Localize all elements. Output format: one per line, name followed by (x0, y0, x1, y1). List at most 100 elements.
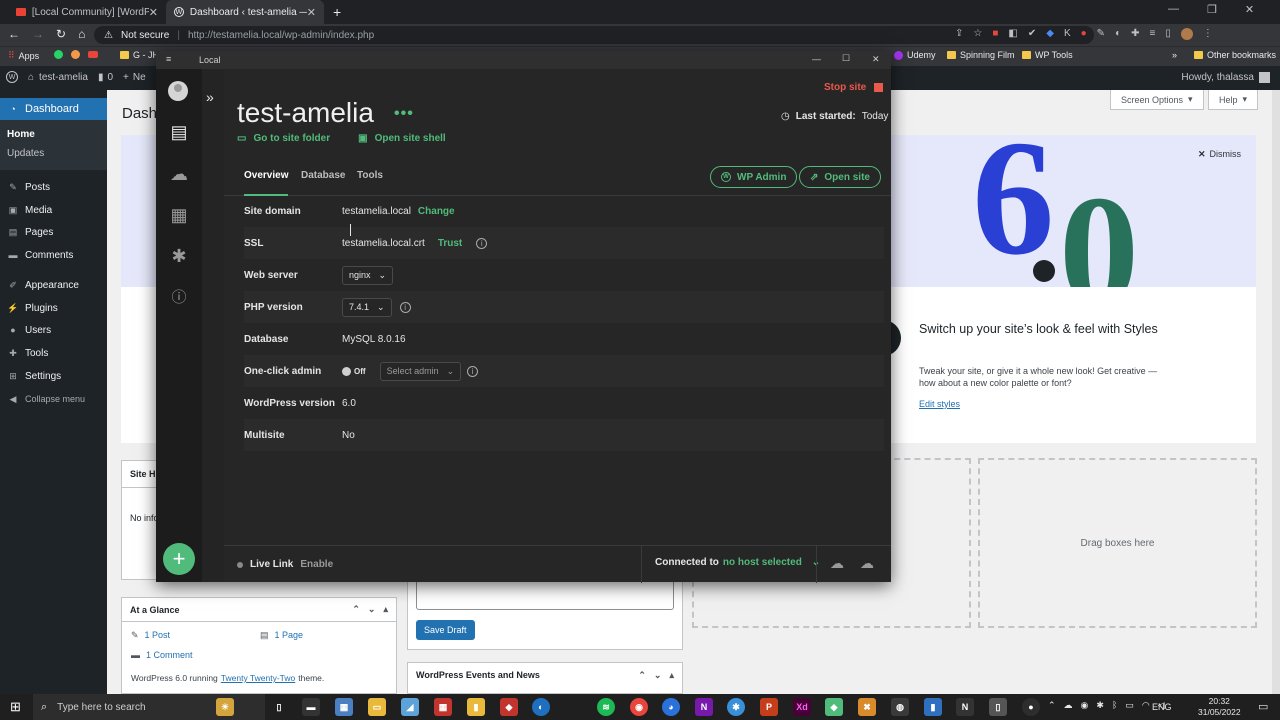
web-server-select[interactable]: nginx ⌄ (342, 265, 394, 285)
more-options-icon[interactable]: ••• (394, 105, 414, 123)
blueprints-icon[interactable]: ▦ (166, 202, 192, 228)
whatsapp-icon[interactable] (54, 50, 63, 59)
open-site-shell-link[interactable]: ▣ Open site shell (358, 133, 446, 144)
bookmark-spinning-film[interactable]: Spinning Film (947, 50, 1015, 60)
app-icon[interactable]: ◍ (891, 698, 909, 716)
cloud-sync-icon[interactable]: ☁ (166, 161, 192, 187)
circle-icon[interactable] (71, 50, 80, 59)
sidebar-item-tools[interactable]: ✚ Tools (0, 342, 107, 364)
screen-options-button[interactable]: Screen Options ▾ (1110, 90, 1204, 110)
notion-icon[interactable]: N (956, 698, 974, 716)
tray-app-icon[interactable]: ✱ (1096, 700, 1104, 711)
tab-overview[interactable]: Overview (244, 170, 289, 196)
move-down-icon[interactable]: ⌄ (368, 604, 376, 615)
sticky-notes-icon[interactable]: ▮ (467, 698, 485, 716)
more-bookmarks-icon[interactable]: » (1172, 50, 1177, 60)
bluetooth-icon[interactable]: ᛒ (1112, 700, 1117, 711)
menu-icon[interactable]: ⋮ (1203, 28, 1213, 40)
calculator-app-icon[interactable]: ▦ (335, 698, 353, 716)
stop-site-button[interactable]: Stop site (824, 82, 884, 93)
sidebar-subitem-home[interactable]: Home (7, 129, 35, 140)
terminal-app-icon[interactable]: ▬ (302, 698, 320, 716)
extension-icon[interactable]: ■ (992, 28, 998, 40)
move-up-icon[interactable]: ⌃ (352, 604, 360, 615)
extension-icon[interactable]: K (1064, 28, 1071, 40)
glance-posts-link[interactable]: ✎ 1 Post (131, 630, 170, 641)
xampp-icon[interactable]: ✖ (858, 698, 876, 716)
sidebar-subitem-updates[interactable]: Updates (7, 148, 44, 159)
tray-app-icon[interactable]: ◉ (1081, 700, 1089, 711)
app-icon[interactable]: ▯ (989, 698, 1007, 716)
draft-content-field[interactable] (416, 580, 674, 610)
adblock-icon[interactable]: ● (1081, 28, 1087, 40)
reload-icon[interactable]: ↻ (56, 27, 66, 41)
info-icon[interactable]: i (467, 365, 479, 377)
open-site-button[interactable]: ⇗ Open site (799, 166, 881, 188)
extension-icon[interactable]: ✎ (1097, 28, 1105, 40)
sidebar-item-media[interactable]: ▣ Media (0, 199, 107, 221)
star-icon[interactable]: ☆ (973, 28, 982, 40)
help-icon[interactable]: ⓘ (166, 283, 192, 309)
sidebar-item-dashboard[interactable]: ◔ Dashboard (0, 98, 107, 120)
share-icon[interactable]: ⇪ (955, 28, 963, 40)
glance-comments-link[interactable]: ▬ 1 Comment (131, 650, 193, 660)
battery-icon[interactable]: ▭ (1125, 700, 1134, 711)
tab-database[interactable]: Database (301, 170, 345, 181)
admin-bar-comments[interactable]: ▮ 0 (98, 72, 113, 83)
reading-list-icon[interactable]: ≡ (1150, 28, 1156, 40)
help-button[interactable]: Help ▾ (1208, 90, 1259, 110)
windows-start-icon[interactable]: ⊞ (10, 699, 21, 715)
close-tab-icon[interactable]: ✕ (149, 6, 158, 19)
sidebar-item-pages[interactable]: ▤ Pages (0, 221, 107, 243)
toggle-panel-icon[interactable]: ▴ (383, 604, 388, 615)
expand-sites-icon[interactable]: » (206, 89, 214, 105)
user-avatar[interactable] (168, 81, 188, 101)
bookmark-apps[interactable]: ⠿ Apps (8, 50, 39, 61)
cloud-pull-icon[interactable]: ☁ (860, 555, 874, 572)
sidebar-item-posts[interactable]: ✎ Posts (0, 176, 107, 198)
edge-icon[interactable]: ◐ (532, 698, 550, 716)
tray-app-icon[interactable]: ☁ (1064, 700, 1073, 711)
minimize-window-icon[interactable]: — (812, 54, 821, 64)
bookmark-g-jh[interactable]: G - JH (120, 50, 159, 60)
admin-bar-new[interactable]: + Ne (123, 72, 146, 83)
extension-icon[interactable]: ◆ (1046, 28, 1054, 40)
adobe-xd-icon[interactable]: Xd (793, 698, 811, 716)
bookmark-udemy[interactable]: Udemy (894, 50, 936, 60)
bookmark-other[interactable]: Other bookmarks (1194, 50, 1276, 60)
sidebar-item-users[interactable]: ● Users (0, 319, 107, 341)
local-app-icon[interactable]: ◆ (825, 698, 843, 716)
move-down-icon[interactable]: ⌄ (654, 670, 662, 681)
restore-window-icon[interactable]: ❐ (1207, 3, 1217, 16)
info-icon[interactable]: i (476, 237, 488, 249)
app-icon[interactable]: ▮ (924, 698, 942, 716)
save-draft-button[interactable]: Save Draft (416, 620, 475, 640)
extension-icon[interactable]: ◧ (1008, 28, 1017, 40)
app-icon[interactable]: ● (1022, 698, 1040, 716)
close-window-icon[interactable]: ✕ (872, 54, 880, 65)
host-selector[interactable]: Connected to no host selected ⌄ (655, 557, 820, 568)
wp-admin-button[interactable]: W WP Admin (710, 166, 798, 188)
close-window-icon[interactable]: ✕ (1245, 3, 1254, 16)
powerpoint-icon[interactable]: P (760, 698, 778, 716)
admin-bar-account[interactable]: Howdy, thalassa (1181, 72, 1270, 83)
select-admin-dropdown[interactable]: Select admin ⌄ (379, 361, 462, 381)
chrome-icon[interactable]: ◉ (630, 698, 648, 716)
page-scrollbar[interactable] (1272, 90, 1280, 694)
maximize-window-icon[interactable]: ☐ (842, 53, 850, 64)
theme-link[interactable]: Twenty Twenty-Two (221, 673, 295, 683)
language-indicator[interactable]: ENG (1152, 702, 1172, 712)
minimize-window-icon[interactable]: — (1168, 3, 1179, 16)
back-icon[interactable]: ← (8, 27, 20, 41)
cloud-push-icon[interactable]: ☁ (830, 555, 844, 572)
firefox-icon[interactable]: ◕ (662, 698, 680, 716)
extension-icon[interactable]: ◐ (1115, 28, 1121, 40)
home-icon[interactable]: ⌂ (78, 27, 85, 41)
sidebar-item-plugins[interactable]: ⚡ Plugins (0, 297, 107, 319)
new-tab-icon[interactable]: + (333, 4, 341, 20)
enable-live-link[interactable]: Enable (300, 559, 333, 570)
sidebar-item-appearance[interactable]: ✐ Appearance (0, 274, 107, 296)
bookmark-wp-tools[interactable]: WP Tools (1022, 50, 1073, 60)
go-to-site-folder-link[interactable]: ▭ Go to site folder (237, 133, 330, 144)
php-version-select[interactable]: 7.4.1 ⌄ (342, 297, 392, 317)
